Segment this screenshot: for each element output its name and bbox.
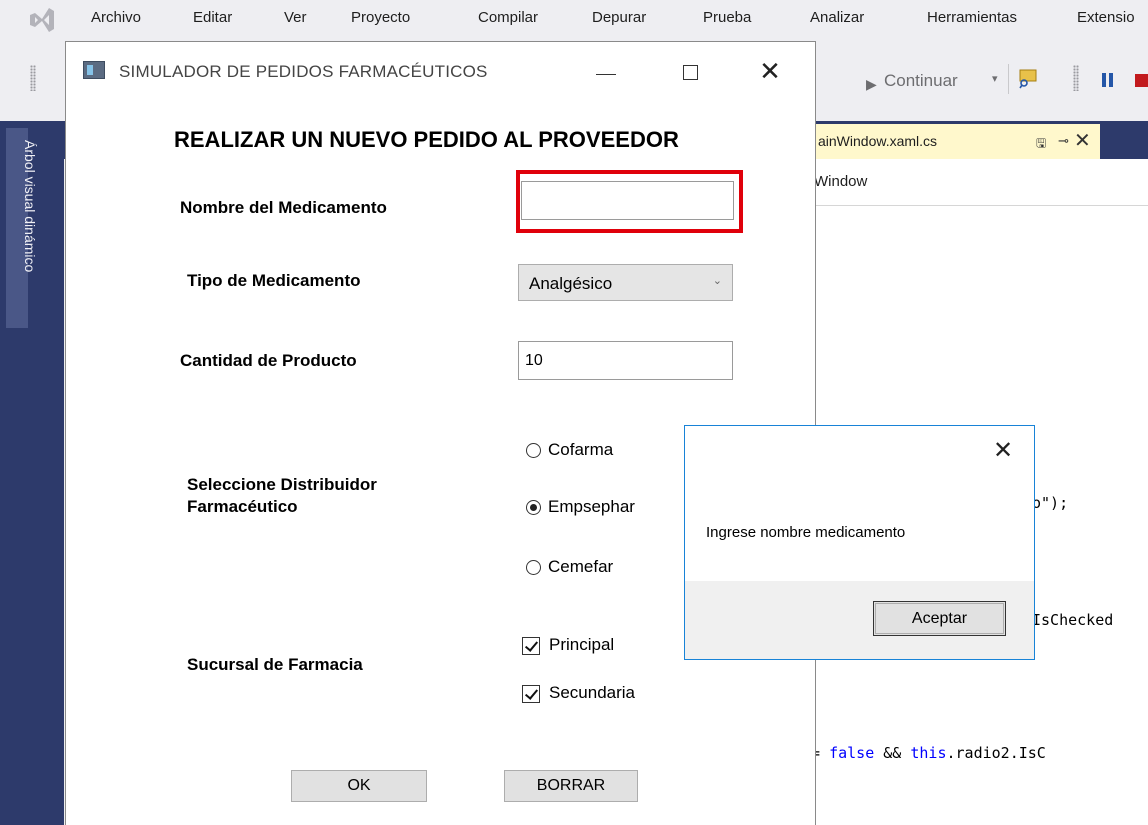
form-heading: REALIZAR UN NUEVO PEDIDO AL PROVEEDOR (174, 127, 679, 152)
continue-button[interactable]: Continuar (884, 71, 958, 91)
menu-extensiones[interactable]: Extensio (1077, 9, 1135, 26)
code-line: o"); (1032, 494, 1069, 512)
window-title: SIMULADOR DE PEDIDOS FARMACÉUTICOS (119, 62, 488, 81)
med-name-input[interactable] (521, 181, 734, 220)
chevron-down-icon: ⌄ (712, 275, 722, 287)
editor-tab-title[interactable]: ainWindow.xaml.cs (818, 133, 937, 149)
radio-empsephar[interactable] (526, 500, 541, 515)
code-token: && (874, 744, 911, 762)
code-line: == false && this.radio2.IsC (802, 744, 1046, 762)
app-icon (83, 61, 105, 79)
continue-dropdown-icon[interactable]: ▾ (992, 72, 998, 85)
ide-menubar: Archivo Editar Ver Proyecto Compilar Dep… (0, 0, 1148, 40)
ok-button[interactable]: OK (291, 770, 427, 802)
maximize-button[interactable] (670, 52, 710, 92)
med-type-select[interactable]: Analgésico ⌄ (518, 264, 733, 301)
code-token: .radio2.IsC (946, 744, 1046, 762)
checkbox-secundaria[interactable] (522, 685, 540, 703)
checkbox-label-principal[interactable]: Principal (549, 635, 614, 655)
tab-close-icon[interactable]: ✕ (1074, 128, 1091, 153)
pin-icon[interactable]: 🖫 (1036, 134, 1046, 155)
med-name-label: Nombre del Medicamento (180, 198, 387, 217)
checkbox-principal[interactable] (522, 637, 540, 655)
menu-prueba[interactable]: Prueba (703, 9, 751, 26)
code-line: IsChecked (1032, 611, 1114, 629)
branch-label: Sucursal de Farmacia (187, 655, 363, 674)
message-text: Ingrese nombre medicamento (706, 524, 906, 541)
menu-herramientas[interactable]: Herramientas (927, 9, 1017, 26)
close-button[interactable]: ✕ (750, 52, 790, 92)
clear-button[interactable]: BORRAR (504, 770, 638, 802)
menu-editar[interactable]: Editar (193, 9, 232, 26)
menu-ver[interactable]: Ver (284, 9, 307, 26)
menu-depurar[interactable]: Depurar (592, 9, 646, 26)
radio-cemefar[interactable] (526, 560, 541, 575)
message-box-footer: Aceptar (685, 581, 1034, 659)
radio-cofarma[interactable] (526, 443, 541, 458)
toolbar-separator (1008, 64, 1009, 94)
radio-label-cemefar[interactable]: Cemefar (548, 557, 613, 577)
menu-proyecto[interactable]: Proyecto (351, 9, 410, 26)
quantity-label: Cantidad de Producto (180, 351, 357, 370)
keep-open-icon[interactable]: ⊸ (1058, 133, 1069, 149)
navigation-bar-member[interactable]: Window (814, 173, 867, 190)
toolbar-grip-icon[interactable] (1073, 65, 1079, 91)
pause-icon[interactable] (1102, 73, 1114, 87)
med-type-selected-value: Analgésico (529, 274, 613, 293)
menu-compilar[interactable]: Compilar (478, 9, 538, 26)
stop-icon[interactable] (1135, 74, 1148, 87)
distributor-label-line: Seleccione Distribuidor (187, 475, 377, 494)
maximize-icon (683, 65, 698, 80)
play-icon: ▶ (866, 76, 877, 92)
distributor-label: Seleccione Distribuidor Farmacéutico (187, 474, 377, 518)
radio-label-empsephar[interactable]: Empsephar (548, 497, 635, 517)
find-in-files-icon[interactable] (1017, 66, 1041, 90)
window-titlebar[interactable]: SIMULADOR DE PEDIDOS FARMACÉUTICOS ✕ (66, 42, 815, 104)
side-panel-label[interactable]: Árbol visual dinámico (22, 140, 38, 272)
med-type-label: Tipo de Medicamento (187, 271, 361, 290)
minimize-icon (596, 74, 616, 75)
code-keyword: this (910, 744, 947, 762)
code-keyword: false (829, 744, 875, 762)
close-icon[interactable]: ✕ (993, 436, 1013, 465)
quantity-input[interactable] (518, 341, 733, 380)
accept-button[interactable]: Aceptar (873, 601, 1006, 636)
minimize-button[interactable] (586, 52, 626, 92)
checkbox-label-secundaria[interactable]: Secundaria (549, 683, 635, 703)
menu-archivo[interactable]: Archivo (91, 9, 141, 26)
distributor-label-line: Farmacéutico (187, 497, 298, 516)
toolbar-grip-icon[interactable] (30, 65, 36, 91)
radio-label-cofarma[interactable]: Cofarma (548, 440, 613, 460)
menu-analizar[interactable]: Analizar (810, 9, 864, 26)
message-box: ✕ Ingrese nombre medicamento Aceptar (684, 425, 1035, 660)
visual-studio-logo-icon (30, 8, 54, 32)
